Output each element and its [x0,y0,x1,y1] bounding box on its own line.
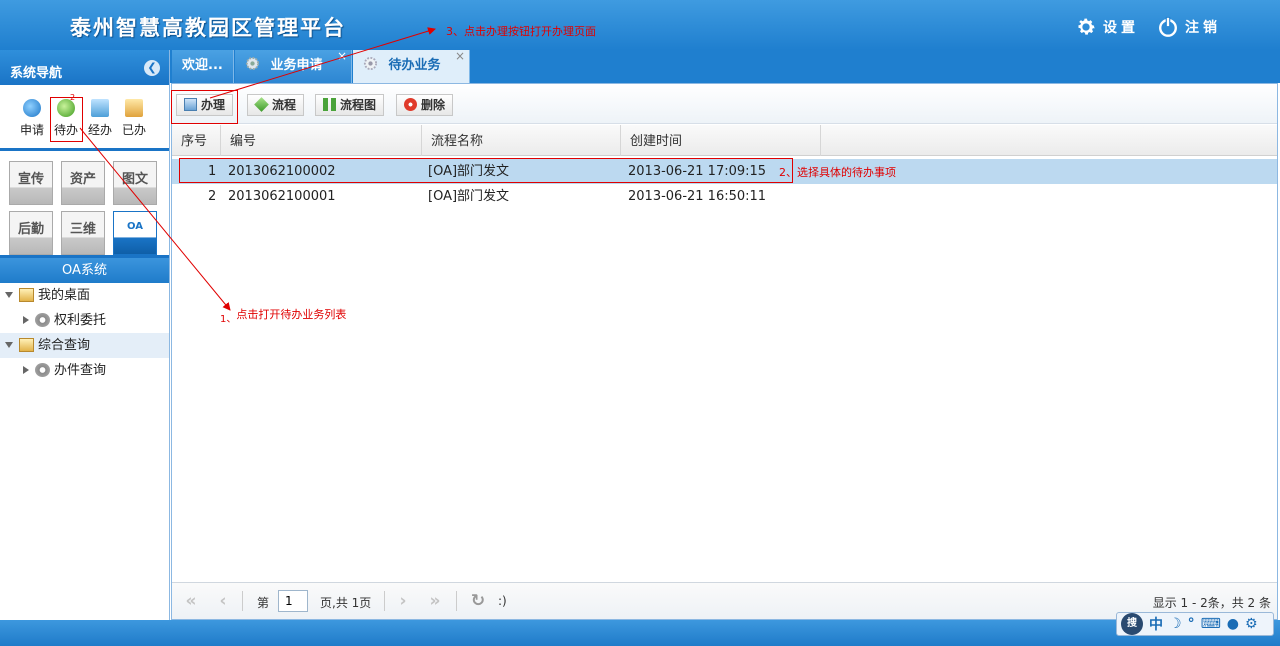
flow-button[interactable]: 流程 [247,94,305,116]
expand-icon[interactable] [5,342,13,348]
mic-icon[interactable]: ● [1227,616,1239,632]
annotation-box-row [179,158,793,183]
nav-header: 系统导航 ❮ [0,50,169,85]
annotation-box-handle [171,90,238,124]
pager-summary: 显示 1 - 2条，共 2 条 [1152,596,1271,610]
flow-chart-icon [323,98,336,111]
app-header: 泰州智慧高教园区管理平台 设置 注销 [0,0,1280,50]
column-code[interactable]: 编号 [221,125,422,156]
expand-icon[interactable] [5,292,13,298]
annotation-step1: 1、点击打开待办业务列表 [220,308,347,325]
section-title: OA系统 [0,258,169,283]
logout-button[interactable]: 注销 [1157,16,1221,38]
tile-graphics[interactable]: 图文 [113,161,157,205]
tree-item-case-query[interactable]: 办件查询 [0,358,169,383]
tab-bar: 欢迎... 业务申请 × 待办业务 × [170,49,1280,83]
module-tiles: 宣传 资产 图文 后勤 三维 OA [0,151,169,258]
quick-item-apply[interactable]: 申请 [15,99,49,138]
prev-page-icon[interactable]: ‹ [212,591,234,611]
tile-logistics[interactable]: 后勤 [9,211,53,255]
page-number-input[interactable] [278,590,308,612]
annotation-box-todo [50,97,83,142]
gear-icon [245,56,260,71]
close-icon[interactable]: × [455,41,465,72]
pagination-bar: « ‹ 第 页,共 1页 › » ↻ :) 显示 1 - 2条，共 2 条 [172,582,1277,619]
moon-icon[interactable]: ☽ [1169,616,1182,632]
left-navigation-panel: 系统导航 ❮ 申请 待办 2 经办 已办 宣传 资产 图文 后勤 三维 OA O… [0,50,170,620]
power-icon [1159,16,1177,37]
settings-label: 设置 [1103,20,1139,36]
ime-logo-icon: 搜 [1121,613,1143,635]
quick-item-done[interactable]: 已办 [117,99,151,138]
keyboard-icon[interactable]: ⌨ [1201,616,1221,632]
collapse-icon[interactable]: ❮ [144,60,160,76]
annotation-step3: 3、点击办理按钮打开办理页面 [446,25,596,38]
delete-button[interactable]: 删除 [396,94,454,116]
last-page-icon[interactable]: » [424,591,446,611]
refresh-icon[interactable]: ↻ [467,591,489,611]
quick-actions: 申请 待办 2 经办 已办 [0,85,169,151]
gear-icon [35,363,50,377]
delete-icon [404,98,417,111]
expand-icon[interactable] [23,366,29,374]
first-page-icon[interactable]: « [180,591,202,611]
folder-icon [19,288,34,302]
globe-icon [23,99,41,117]
tile-publicity[interactable]: 宣传 [9,161,53,205]
gear-icon[interactable]: ⚙ [1245,616,1258,632]
annotation-step2: 2、选择具体的待办事项 [779,166,896,179]
app-title: 泰州智慧高教园区管理平台 [70,16,346,40]
footer-bar [0,620,1280,646]
tab-business-apply[interactable]: 业务申请 × [235,49,352,83]
next-page-icon[interactable]: › [392,591,414,611]
logout-label: 注销 [1185,20,1221,36]
oa-tree: 我的桌面 权利委托 综合查询 办件查询 [0,283,169,383]
pager-smile: :) [498,594,507,608]
page-total: 页,共 1页 [320,596,372,610]
grid-header: 序号 编号 流程名称 创建时间 [172,125,1277,156]
nav-title: 系统导航 [10,66,63,81]
table-row[interactable]: 2 2013062100001 [OA]部门发文 2013-06-21 16:5… [172,184,1277,209]
tree-item-query[interactable]: 综合查询 [0,333,169,358]
tile-oa[interactable]: OA [113,211,157,255]
ime-language[interactable]: 中 [1149,614,1163,634]
expand-icon[interactable] [23,316,29,324]
toolbar: 办理 流程 流程图 删除 [172,84,1277,124]
pencil-icon [254,97,269,112]
tile-3d[interactable]: 三维 [61,211,105,255]
ime-toolbar[interactable]: 搜 中 ☽ ° ⌨ ● ⚙ [1116,612,1274,636]
gear-icon [35,313,50,327]
folder-icon [125,99,143,117]
tree-item-my-desktop[interactable]: 我的桌面 [0,283,169,308]
quick-item-handled[interactable]: 经办 [83,99,117,138]
column-index[interactable]: 序号 [172,125,221,156]
flow-chart-button[interactable]: 流程图 [315,94,385,116]
tree-item-delegation[interactable]: 权利委托 [0,308,169,333]
tile-assets[interactable]: 资产 [61,161,105,205]
page-prefix: 第 [257,596,270,610]
gear-icon [363,56,378,71]
column-created-time[interactable]: 创建时间 [621,125,821,156]
settings-button[interactable]: 设置 [1075,16,1139,38]
gear-icon [1078,18,1095,35]
folder-icon [19,338,34,352]
briefcase-icon [91,99,109,117]
close-icon[interactable]: × [337,41,347,72]
tab-welcome[interactable]: 欢迎... [172,50,234,83]
tab-todo-business[interactable]: 待办业务 × [353,49,470,83]
punctuation-icon[interactable]: ° [1188,616,1195,632]
column-flow-name[interactable]: 流程名称 [422,125,621,156]
